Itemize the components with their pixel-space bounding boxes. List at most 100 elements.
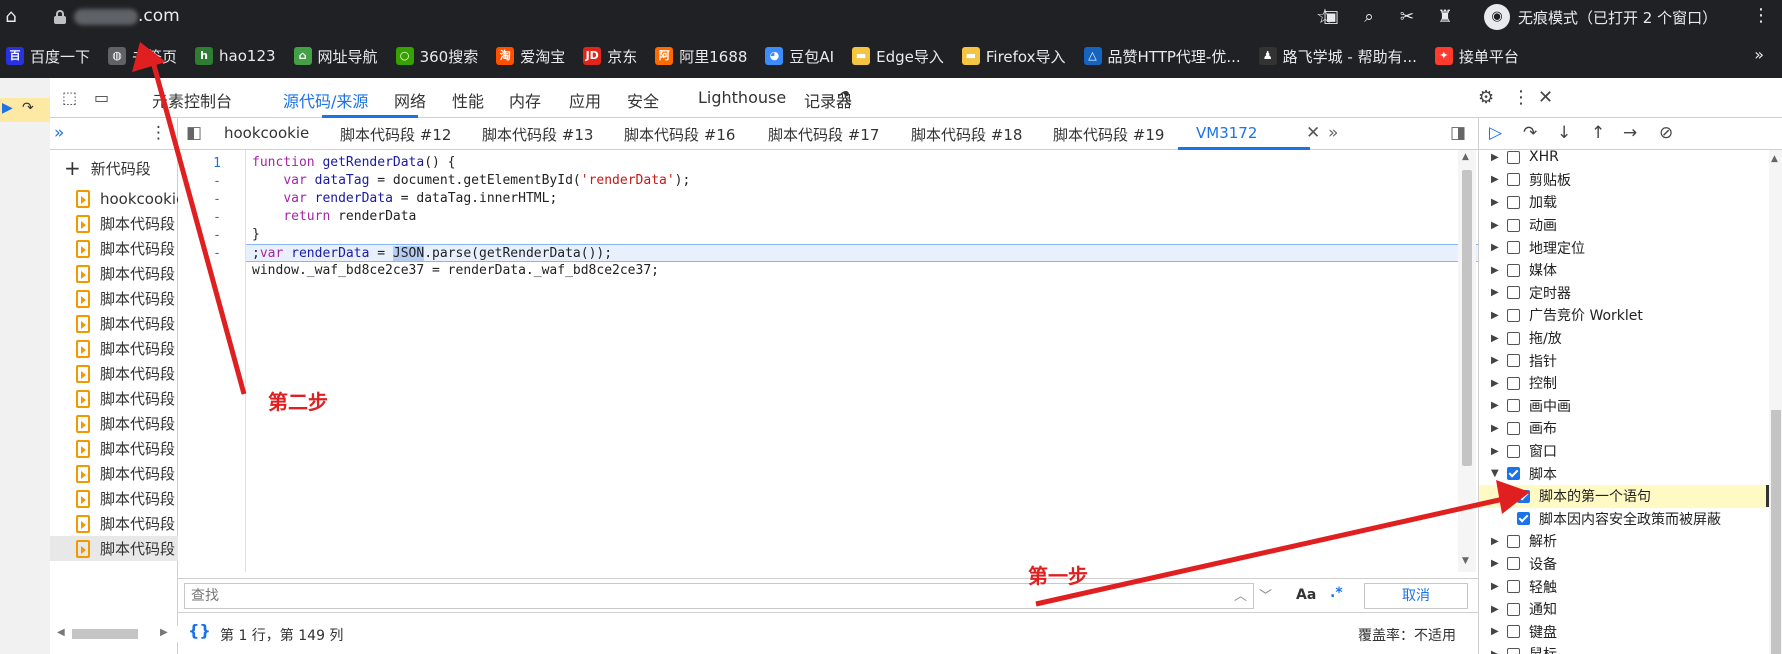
collapse-triangle-icon[interactable]: ▼ [1491,468,1503,479]
scroll-thumb[interactable] [1771,410,1781,654]
bookmark-item[interactable]: 百百度一下 [6,46,90,67]
bookmarks-overflow-icon[interactable]: » [1754,45,1764,64]
breakpoint-category[interactable]: ▶ 拖/放 [1479,327,1769,350]
home-icon[interactable]: ⌂ [0,4,22,30]
resume-icon[interactable]: ▷ [1489,123,1502,143]
file-tab[interactable]: 脚本代码段 #12 [340,124,451,145]
lock-icon[interactable] [54,10,66,24]
expand-triangle-icon[interactable]: ▶ [1491,378,1503,389]
scissors-icon[interactable]: ✂ [1396,7,1418,27]
devtools-tab[interactable]: 安全 [627,88,659,112]
search-icon[interactable]: ⌕ [1358,7,1380,27]
code-v-scrollbar[interactable]: ▲ ▼ [1458,150,1476,572]
line-number[interactable]: - [208,246,226,261]
breakpoint-checkbox[interactable] [1507,218,1520,232]
expand-triangle-icon[interactable]: ▶ [1491,242,1503,253]
scroll-up-icon[interactable]: ▲ [1462,152,1469,162]
breakpoint-checkbox[interactable] [1507,241,1520,255]
line-gutter[interactable]: 1 - - - - - [178,150,246,572]
expand-triangle-icon[interactable]: ▶ [1491,581,1503,592]
resume-icon[interactable]: ▶ [2,100,13,116]
expand-triangle-icon[interactable]: ▶ [1491,558,1503,569]
line-number[interactable]: - [208,192,226,207]
breakpoint-checkbox[interactable] [1507,421,1520,435]
breakpoint-checkbox[interactable] [1507,173,1520,187]
snippet-item[interactable]: 脚本代码段 #25 [50,536,178,561]
step-icon[interactable]: → [1623,123,1637,143]
breakpoint-category[interactable]: ▶ 画中画 [1479,395,1769,418]
scroll-up-icon[interactable]: ▲ [1771,154,1778,164]
scroll-down-icon[interactable]: ▼ [1462,556,1469,566]
scroll-thumb[interactable] [1462,170,1472,466]
step-over-icon[interactable]: ↷ [22,100,34,116]
bookmark-item[interactable]: ○ 360搜索 [395,46,478,67]
close-devtools-icon[interactable]: ✕ [1538,87,1553,108]
snippet-item[interactable]: 脚本代码段 #24 [50,511,178,536]
breakpoint-category[interactable]: ▼ 脚本 [1479,462,1769,485]
settings-icon[interactable]: ⚙ [1478,87,1494,108]
expand-triangle-icon[interactable]: ▶ [1491,174,1503,185]
devtools-tab[interactable]: 内存 [509,88,541,112]
expand-triangle-icon[interactable]: ▶ [1491,265,1503,276]
bookmark-item[interactable]: ◕ 豆包AI [765,46,834,67]
breakpoint-checkbox[interactable] [1507,286,1520,300]
devtools-tab[interactable]: 性能 [452,88,484,112]
snippet-item[interactable]: 脚本代码段 #23 [50,486,178,511]
breakpoint-category[interactable]: ▶ 控制 [1479,372,1769,395]
expand-triangle-icon[interactable]: ▶ [1491,287,1503,298]
breakpoint-category[interactable]: ▶ XHR [1479,146,1769,169]
snippet-item[interactable]: hookcookie [50,186,178,211]
breakpoint-category[interactable]: ▶ 解析 [1479,530,1769,553]
snippet-item[interactable]: 脚本代码段 #18 [50,361,178,386]
expand-triangle-icon[interactable]: ▶ [1491,310,1503,321]
snippet-item[interactable]: 脚本代码段 #16 [50,311,178,336]
breakpoint-checkbox[interactable] [1507,331,1520,345]
cancel-button[interactable]: 取消 [1364,583,1468,609]
file-tab[interactable]: 脚本代码段 #16 [624,124,735,145]
find-previous-icon[interactable]: ︿ [1234,585,1247,604]
devtools-tab[interactable]: 控制台 [184,88,232,112]
find-input[interactable]: 查找 [184,583,1254,609]
step-over-icon[interactable]: ↷ [1523,123,1537,143]
scroll-thumb[interactable] [72,629,138,639]
incognito-indicator[interactable]: ◉ 无痕模式（已打开 2 个窗口） [1484,4,1717,30]
breakpoint-checkbox[interactable] [1507,195,1520,209]
bookmark-item[interactable]: ⌂ 网址导航 [293,46,378,67]
breakpoint-category[interactable]: ▶ 键盘 [1479,620,1769,643]
breakpoint-checkbox[interactable] [1507,557,1520,571]
devtools-tab[interactable]: 网络 [394,88,426,112]
breakpoint-category[interactable]: ▶ 设备 [1479,553,1769,576]
scroll-left-icon[interactable]: ◀ [57,627,65,638]
new-snippet-button[interactable]: + 新代码段 [64,156,151,180]
file-tab[interactable]: 脚本代码段 #13 [482,124,593,145]
expand-triangle-icon[interactable]: ▶ [1491,152,1503,163]
snippet-item[interactable]: 脚本代码段 #21 [50,436,178,461]
breakpoint-category[interactable]: ▶ 加载 [1479,191,1769,214]
devtools-tab[interactable]: Lighthouse [698,88,786,107]
breakpoint-checkbox[interactable] [1507,263,1520,277]
bookmark-item[interactable]: ♟ 路飞学城 - 帮助有... [1258,46,1417,67]
breakpoint-checkbox[interactable] [1507,399,1520,413]
breakpoint-category[interactable]: ▶ 剪贴板 [1479,169,1769,192]
code-line[interactable]: function getRenderData() { [252,154,1452,172]
code-line[interactable]: } [252,226,1452,244]
snippet-item[interactable]: 脚本代码段 #19 [50,386,178,411]
expand-triangle-icon[interactable]: ▶ [1491,220,1503,231]
code-line[interactable]: var dataTag = document.getElementById('r… [252,172,1452,190]
toggle-navigator-icon[interactable]: ◧ [186,123,202,143]
step-out-icon[interactable]: ↑ [1591,123,1605,143]
expand-triangle-icon[interactable]: ▶ [1491,197,1503,208]
bookmark-item[interactable]: ◍ 书签页 [108,46,177,67]
deactivate-breakpoints-icon[interactable]: ⊘ [1659,123,1673,143]
breakpoint-category[interactable]: ▶ 画布 [1479,417,1769,440]
debugger-v-scrollbar[interactable]: ▲ [1769,150,1782,654]
expand-triangle-icon[interactable]: ▶ [1491,400,1503,411]
step-into-icon[interactable]: ↓ [1557,123,1571,143]
device-toolbar-icon[interactable]: ▭ [94,88,109,107]
file-tab[interactable]: 脚本代码段 #19 [1053,124,1164,145]
breakpoint-checkbox[interactable] [1507,444,1520,458]
breakpoint-checkbox[interactable] [1507,647,1520,654]
line-number[interactable]: - [208,228,226,243]
breakpoint-subitem[interactable]: 脚本的第一个语句 [1479,484,1769,508]
navigator-h-scrollbar[interactable]: ◀ ▶ [50,626,178,642]
